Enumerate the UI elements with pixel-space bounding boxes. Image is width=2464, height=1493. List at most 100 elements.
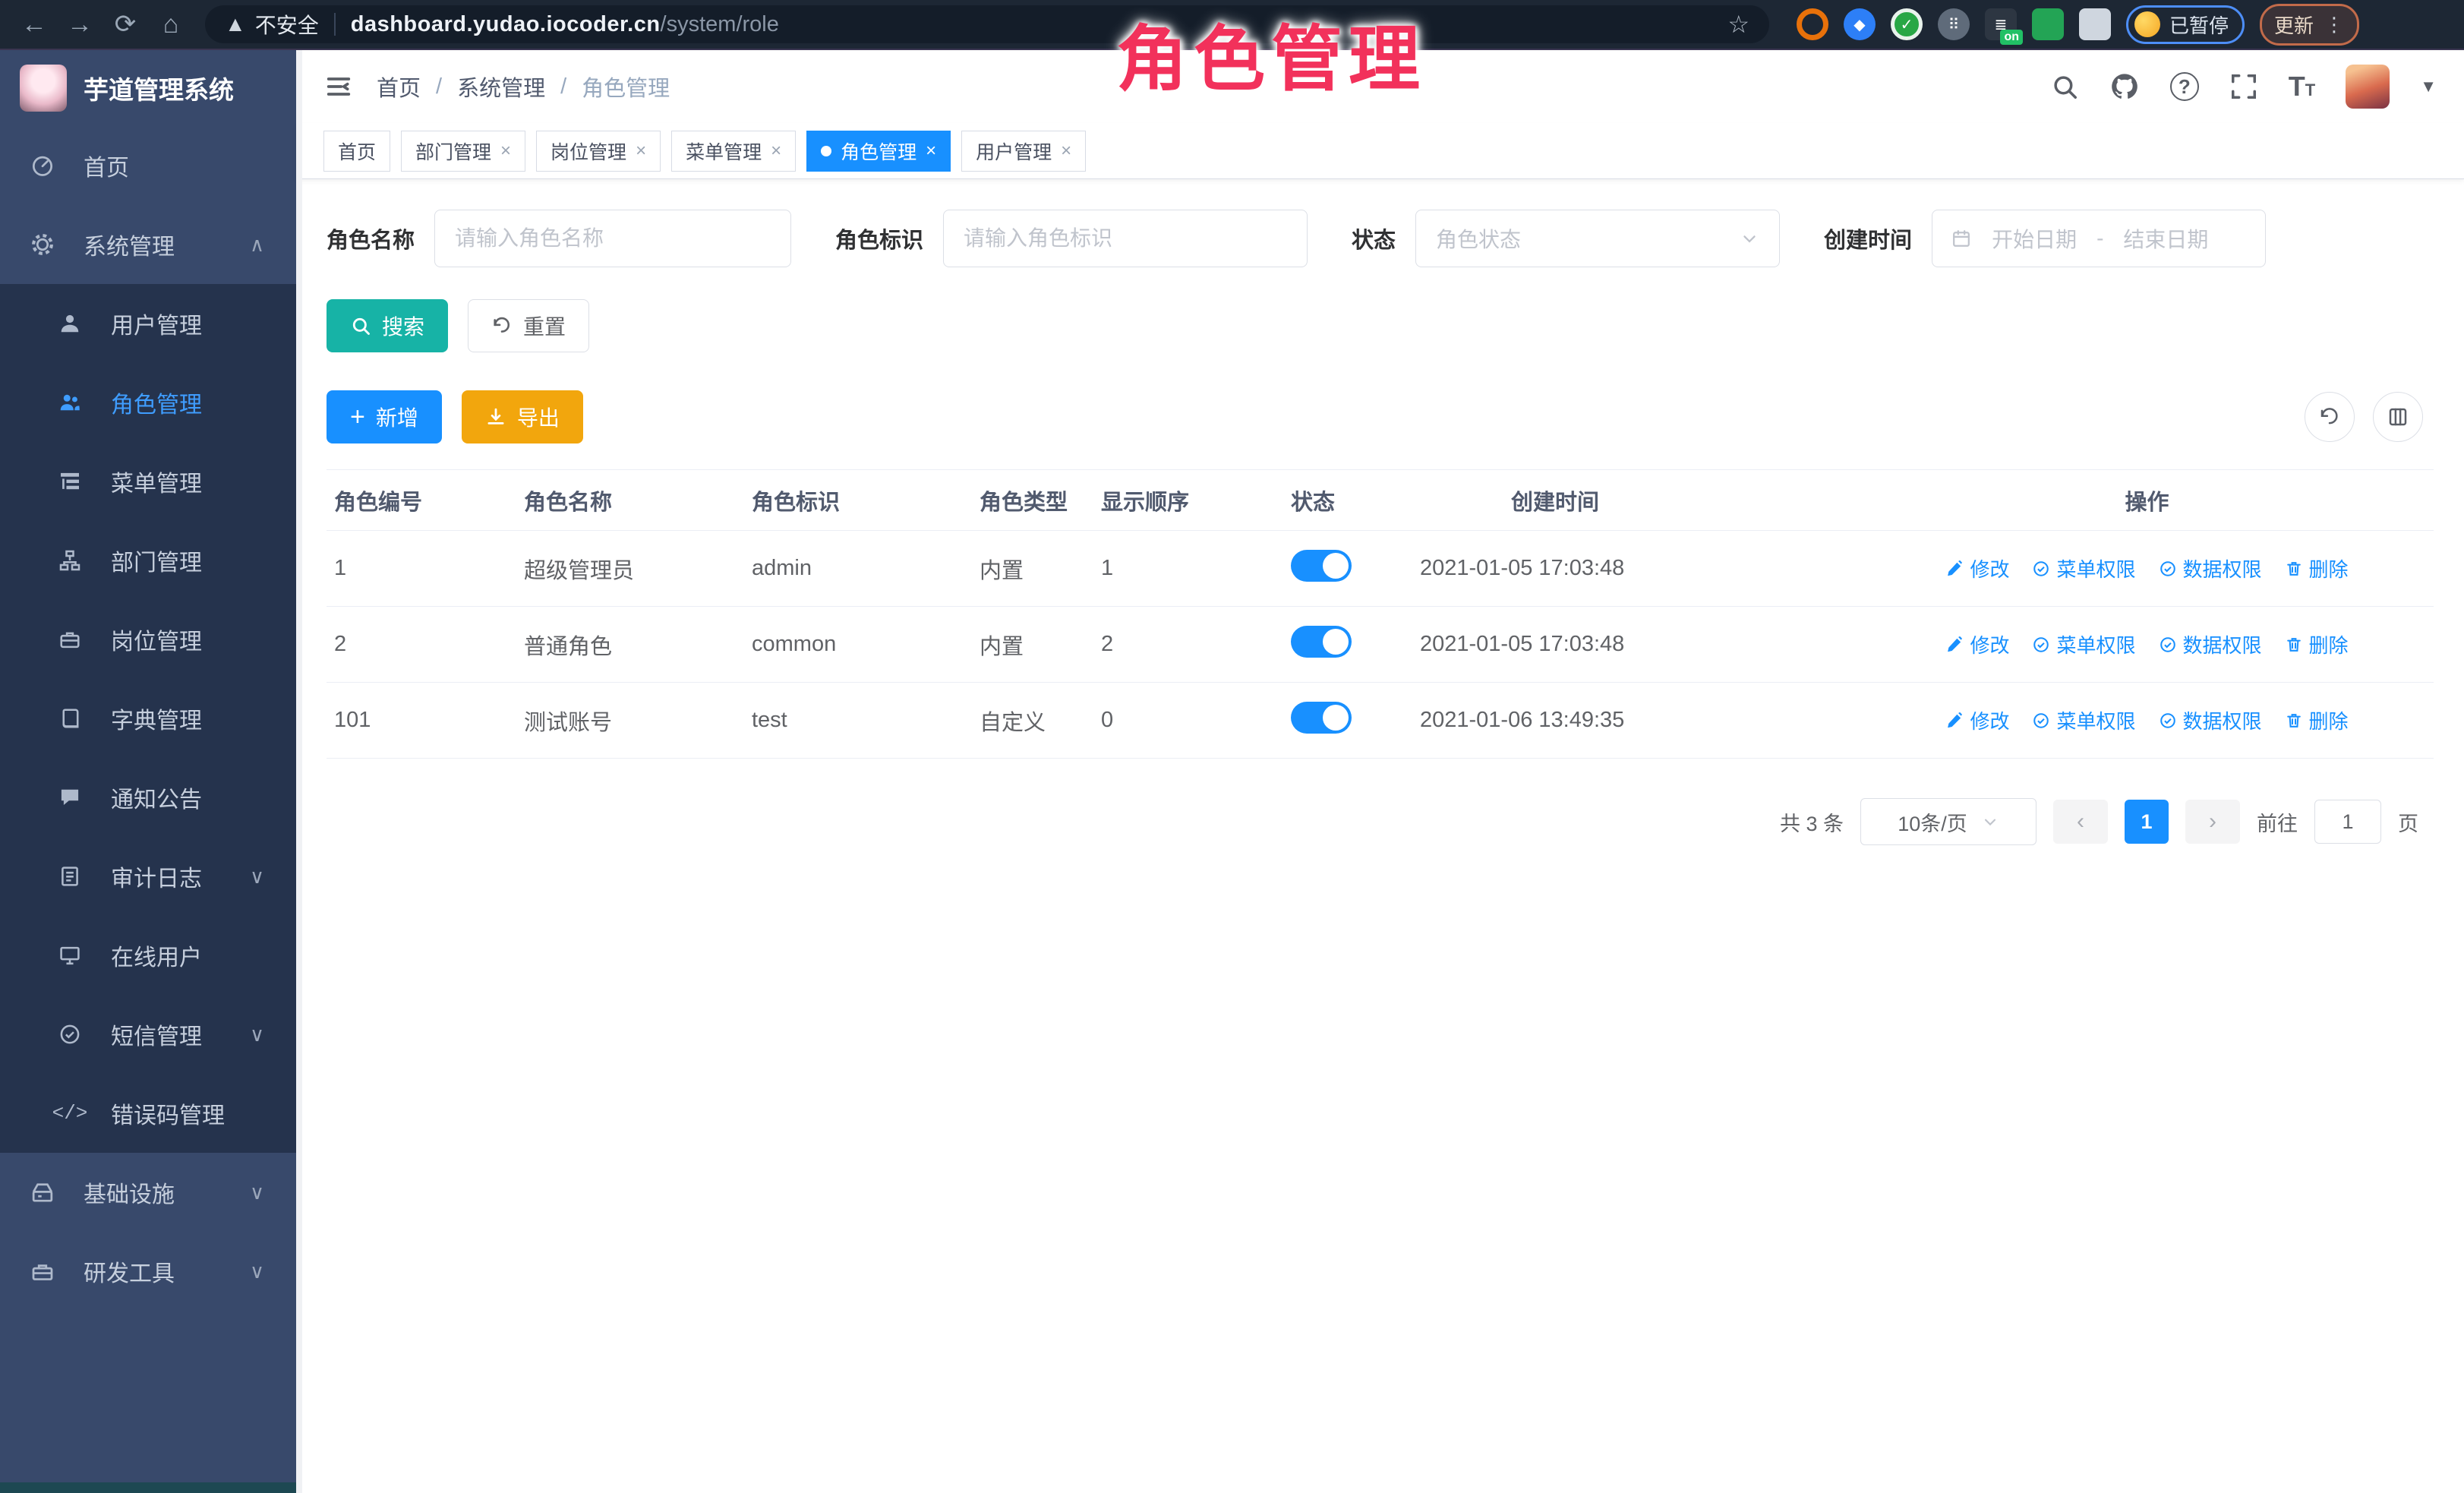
export-button[interactable]: 导出 (462, 390, 583, 443)
page-size-select[interactable]: 10条/页 (1860, 798, 2037, 845)
browser-update-button[interactable]: 更新⋮ (2260, 4, 2359, 46)
sidebar-item-online-users[interactable]: 在线用户 (0, 916, 296, 995)
delete-link[interactable]: 删除 (2285, 630, 2349, 658)
status-toggle[interactable] (1291, 702, 1352, 734)
tab-menu[interactable]: 菜单管理× (671, 131, 796, 172)
tab-home[interactable]: 首页 (323, 131, 390, 172)
search-button[interactable]: 搜索 (327, 299, 448, 352)
breadcrumb-system[interactable]: 系统管理 (457, 71, 545, 103)
sidebar-item-roles[interactable]: 角色管理 (0, 363, 296, 442)
back-icon[interactable]: ← (15, 5, 53, 43)
sidebar-item-posts[interactable]: 岗位管理 (0, 600, 296, 679)
edit-link[interactable]: 修改 (1945, 706, 2009, 734)
menu-permission-link[interactable]: 菜单权限 (2032, 706, 2135, 734)
close-icon[interactable]: × (1061, 142, 1071, 160)
paused-extension-pill[interactable]: 已暂停 (2126, 5, 2245, 44)
status-toggle[interactable] (1291, 550, 1352, 582)
avatar-caret-icon[interactable]: ▼ (2420, 77, 2437, 96)
briefcase-icon (55, 628, 85, 651)
close-icon[interactable]: × (771, 142, 781, 160)
tab-dept[interactable]: 部门管理× (401, 131, 525, 172)
edit-link[interactable]: 修改 (1945, 630, 2009, 658)
github-icon[interactable] (2109, 71, 2140, 102)
status-select[interactable]: 角色状态 (1415, 210, 1780, 267)
calendar-icon (1951, 228, 1972, 249)
tab-role-active[interactable]: 角色管理× (806, 131, 951, 172)
extension-icon[interactable]: ⠿ (1938, 8, 1970, 40)
end-date-placeholder[interactable]: 结束日期 (2123, 223, 2208, 254)
delete-link[interactable]: 删除 (2285, 706, 2349, 734)
date-range-picker[interactable]: 开始日期 - 结束日期 (1932, 210, 2266, 267)
role-key-label: 角色标识 (835, 223, 923, 254)
user-avatar[interactable] (2346, 65, 2390, 109)
sidebar-item-menus[interactable]: 菜单管理 (0, 442, 296, 521)
gear-icon (27, 232, 58, 257)
sidebar-item-devtools[interactable]: 研发工具 ∨ (0, 1232, 296, 1311)
edit-link[interactable]: 修改 (1945, 554, 2009, 582)
security-label: 不安全 (255, 9, 319, 39)
sidebar-item-audit-log[interactable]: 审计日志 ∨ (0, 837, 296, 916)
tab-post[interactable]: 岗位管理× (536, 131, 661, 172)
search-icon[interactable] (2050, 72, 2079, 101)
sidebar-item-error-codes[interactable]: </> 错误码管理 (0, 1074, 296, 1153)
next-page-button[interactable]: › (2185, 800, 2240, 844)
address-bar[interactable]: ▲ 不安全 dashboard.yudao.iocoder.cn /system… (205, 5, 1769, 43)
start-date-placeholder[interactable]: 开始日期 (1992, 223, 2077, 254)
fullscreen-icon[interactable] (2229, 72, 2258, 101)
data-permission-link[interactable]: 数据权限 (2159, 630, 2262, 658)
forward-icon[interactable]: → (61, 5, 99, 43)
extension-icon[interactable]: ≣on (1985, 8, 2017, 40)
table-toolbar: + 新增 导出 (327, 390, 2434, 443)
sidebar-item-system[interactable]: 系统管理 ∧ (0, 205, 296, 284)
home-icon[interactable]: ⌂ (152, 5, 190, 43)
cell-role-name: 超级管理员 (516, 553, 744, 585)
data-permission-link[interactable]: 数据权限 (2159, 554, 2262, 582)
sidebar-bottom-strip (0, 1482, 296, 1493)
row-actions: 修改 菜单权限 数据权限 删除 (1853, 554, 2434, 582)
browser-menu-icon[interactable]: ⋮ (2324, 13, 2345, 36)
goto-label: 前往 (2257, 807, 2298, 837)
close-icon[interactable]: × (500, 142, 511, 160)
reload-icon[interactable]: ⟳ (106, 5, 144, 43)
delete-link[interactable]: 删除 (2285, 554, 2349, 582)
collapse-menu-icon[interactable] (323, 71, 354, 102)
logo-row[interactable]: 芋道管理系统 (0, 50, 296, 126)
help-icon[interactable]: ? (2170, 72, 2199, 101)
extension-icon[interactable] (1797, 8, 1828, 40)
tab-user[interactable]: 用户管理× (961, 131, 1086, 172)
column-settings-button[interactable] (2373, 392, 2423, 442)
sidebar-item-users[interactable]: 用户管理 (0, 284, 296, 363)
bookmark-star-icon[interactable]: ☆ (1727, 10, 1749, 39)
menu-permission-link[interactable]: 菜单权限 (2032, 554, 2135, 582)
role-name-input[interactable] (434, 210, 791, 267)
goto-page-input[interactable] (2314, 800, 2381, 844)
annotation-overlay-text: 角色管理 (1116, 2, 1426, 105)
prev-page-button[interactable]: ‹ (2053, 800, 2108, 844)
online-monitor-icon (55, 944, 85, 967)
cell-role-id: 101 (327, 708, 516, 733)
sidebar-item-infra[interactable]: 基础设施 ∨ (0, 1153, 296, 1232)
menu-permission-link[interactable]: 菜单权限 (2032, 630, 2135, 658)
extension-icon[interactable] (2032, 8, 2064, 40)
sidebar-item-home[interactable]: 首页 (0, 126, 296, 205)
current-page-button[interactable]: 1 (2125, 800, 2169, 844)
extensions-puzzle-icon[interactable] (2079, 8, 2111, 40)
breadcrumb-home[interactable]: 首页 (377, 71, 421, 103)
sidebar-item-notice[interactable]: 通知公告 (0, 758, 296, 837)
close-icon[interactable]: × (636, 142, 646, 160)
add-button[interactable]: + 新增 (327, 390, 442, 443)
role-key-input[interactable] (943, 210, 1308, 267)
extension-icon[interactable]: ✓ (1891, 8, 1923, 40)
close-icon[interactable]: × (926, 142, 936, 160)
data-permission-link[interactable]: 数据权限 (2159, 706, 2262, 734)
extension-icon[interactable]: ◆ (1844, 8, 1876, 40)
refresh-button[interactable] (2305, 392, 2355, 442)
sidebar-item-dict[interactable]: 字典管理 (0, 679, 296, 758)
reset-button[interactable]: 重置 (468, 299, 589, 352)
filter-buttons: 搜索 重置 (327, 299, 2434, 352)
sidebar: 芋道管理系统 首页 系统管理 ∧ 用户管理 (0, 50, 296, 1493)
font-size-icon[interactable]: TT (2289, 71, 2315, 103)
sidebar-item-depts[interactable]: 部门管理 (0, 521, 296, 600)
sidebar-item-sms[interactable]: 短信管理 ∨ (0, 995, 296, 1074)
status-toggle[interactable] (1291, 626, 1352, 658)
